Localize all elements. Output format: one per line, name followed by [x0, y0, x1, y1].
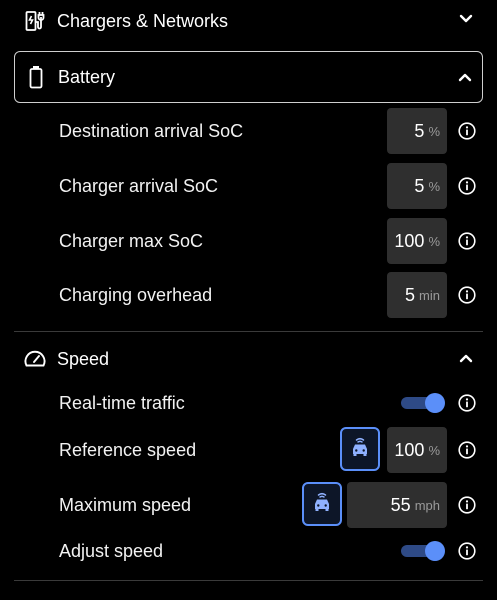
toggle-knob	[425, 393, 445, 413]
input-value: 5	[405, 284, 416, 305]
setting-row-charging-overhead: Charging overhead 5 min	[0, 271, 497, 319]
setting-row-charger-max-soc: Charger max SoC 100 %	[0, 217, 497, 265]
info-icon[interactable]	[458, 441, 476, 459]
charger-max-soc-input[interactable]: 100 %	[387, 218, 447, 264]
chevron-up-icon[interactable]	[458, 72, 472, 82]
charging-overhead-input[interactable]: 5 min	[387, 272, 447, 318]
adjust-speed-toggle[interactable]	[401, 541, 445, 561]
maximum-speed-input[interactable]: 55 mph	[347, 482, 447, 528]
setting-label: Real-time traffic	[59, 392, 185, 413]
ev-charger-icon	[24, 10, 46, 32]
info-icon[interactable]	[458, 542, 476, 560]
info-icon[interactable]	[458, 177, 476, 195]
charger-arrival-soc-input[interactable]: 5 %	[387, 163, 447, 209]
input-unit: %	[428, 178, 440, 194]
setting-row-destination-arrival-soc: Destination arrival SoC 5 %	[0, 107, 497, 155]
info-icon[interactable]	[458, 286, 476, 304]
section-header-battery[interactable]: Battery	[14, 51, 483, 103]
input-value: 5	[414, 120, 425, 141]
setting-label: Destination arrival SoC	[59, 120, 244, 141]
section-header-chargers-networks[interactable]: Chargers & Networks	[14, 4, 483, 38]
battery-icon	[28, 65, 44, 89]
input-unit: %	[428, 123, 440, 139]
section-title-battery: Battery	[58, 67, 116, 87]
realtime-traffic-toggle[interactable]	[401, 393, 445, 413]
setting-row-realtime-traffic: Real-time traffic	[0, 379, 497, 427]
reference-speed-source-button[interactable]	[340, 427, 380, 471]
setting-row-reference-speed: Reference speed 100 %	[0, 426, 497, 474]
info-icon[interactable]	[458, 394, 476, 412]
section-divider	[14, 331, 483, 332]
setting-label: Reference speed	[59, 439, 197, 460]
setting-label: Charging overhead	[59, 284, 213, 305]
setting-row-adjust-speed: Adjust speed	[0, 527, 497, 575]
input-unit: %	[428, 442, 440, 458]
setting-label: Maximum speed	[59, 494, 192, 515]
speedometer-icon	[22, 348, 48, 370]
chevron-down-icon[interactable]	[459, 14, 473, 24]
car-signal-icon	[310, 490, 334, 519]
setting-row-charger-arrival-soc: Charger arrival SoC 5 %	[0, 162, 497, 210]
info-icon[interactable]	[458, 232, 476, 250]
input-value: 100	[394, 439, 425, 460]
section-header-speed[interactable]: Speed	[14, 342, 483, 376]
chevron-up-icon[interactable]	[459, 353, 473, 363]
input-unit: %	[428, 233, 440, 249]
input-value: 5	[414, 175, 425, 196]
setting-label: Charger arrival SoC	[59, 175, 219, 196]
section-title-speed: Speed	[57, 349, 110, 369]
input-unit: min	[419, 287, 440, 303]
input-value: 55	[390, 494, 411, 515]
setting-row-maximum-speed: Maximum speed 55 mph	[0, 481, 497, 529]
setting-label: Adjust speed	[59, 540, 164, 561]
toggle-knob	[425, 541, 445, 561]
info-icon[interactable]	[458, 496, 476, 514]
input-unit: mph	[414, 497, 440, 513]
maximum-speed-source-button[interactable]	[302, 482, 342, 526]
setting-label: Charger max SoC	[59, 230, 204, 251]
section-divider	[14, 580, 483, 581]
section-title-chargers-networks: Chargers & Networks	[57, 11, 229, 31]
destination-arrival-soc-input[interactable]: 5 %	[387, 108, 447, 154]
input-value: 100	[394, 230, 425, 251]
car-signal-icon	[348, 435, 372, 464]
reference-speed-input[interactable]: 100 %	[387, 427, 447, 473]
info-icon[interactable]	[458, 122, 476, 140]
